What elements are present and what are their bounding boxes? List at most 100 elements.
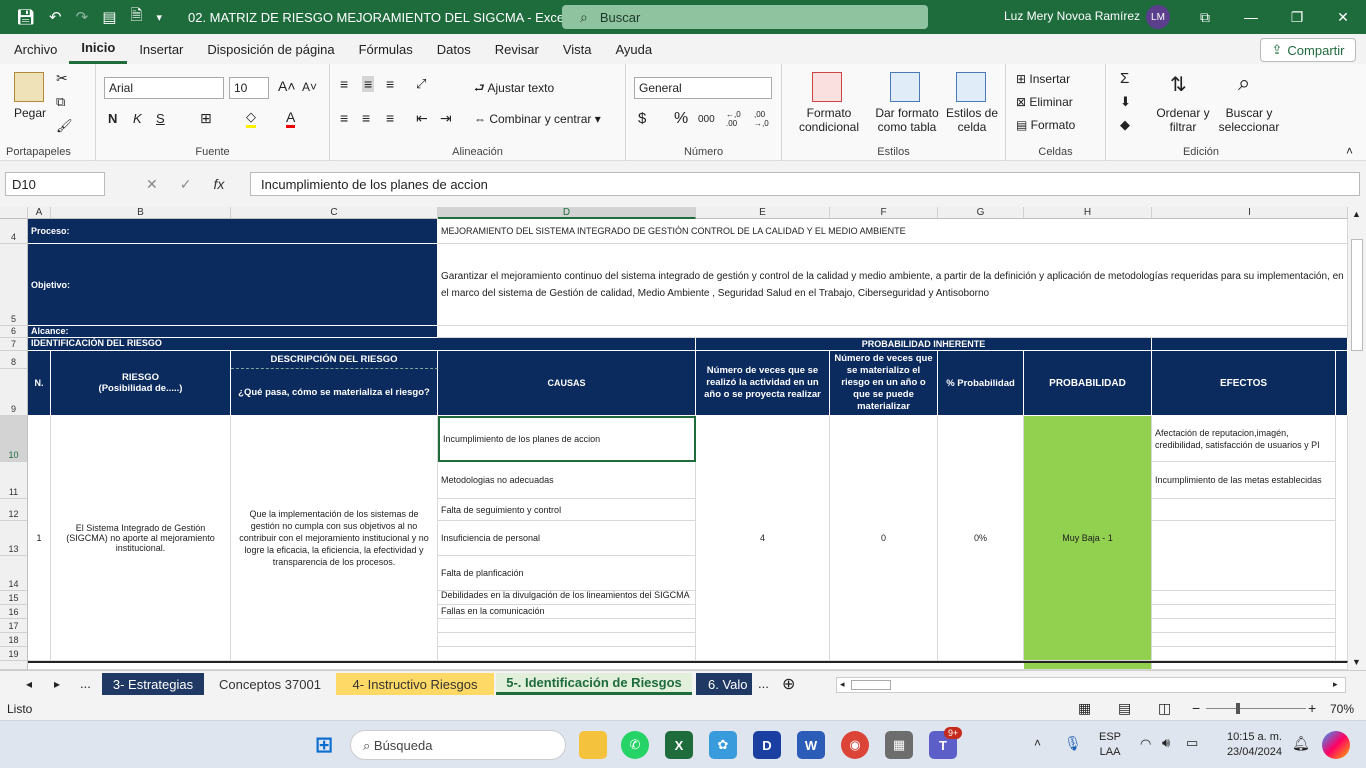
effect-cell[interactable]: Incumplimiento de las metas establecidas [1152,462,1336,499]
row-header[interactable]: 7 [0,338,28,351]
search-box[interactable]: ⌕ Buscar [562,5,928,29]
row-header[interactable]: 13 [0,521,28,556]
volume-icon[interactable]: 🔊︎ [1162,735,1170,751]
conditional-format-button[interactable]: Formato condicional [790,106,868,134]
sort-filter-button[interactable]: Ordenar y filtrar [1152,106,1214,134]
calculator-icon[interactable]: ▦ [885,731,913,759]
store-icon[interactable]: ✿ [709,731,737,759]
sheet-tab[interactable]: 3- Estrategias [102,673,204,695]
save-icon[interactable]: 💾︎ [16,8,35,26]
probabilidad-inherente-header[interactable]: PROBABILIDAD INHERENTE [696,338,1152,351]
tab-ayuda[interactable]: Ayuda [604,34,665,64]
format-painter-icon[interactable]: 🖌︎ [56,118,73,134]
taskbar-search[interactable]: ⌕ Búsqueda [350,730,566,760]
zoom-in-icon[interactable]: + [1308,700,1316,716]
number-format-select[interactable]: General [634,77,772,99]
objetivo-value[interactable]: Garantizar el mejoramiento continuo del … [438,244,1348,326]
horizontal-scrollbar[interactable]: ◂ ▸ [836,677,1346,693]
fill-color-icon[interactable]: ◇ [246,109,256,128]
align-bottom-icon[interactable]: ≡ [386,76,394,92]
effect-cell[interactable] [1152,521,1336,591]
effect-cell[interactable] [1152,605,1336,619]
percent-button[interactable]: % [674,110,688,128]
avatar[interactable]: LM [1146,5,1170,29]
merge-center-button[interactable]: ⇔ Combinar y centrar ▾ [474,112,601,126]
column-header-i[interactable]: I [1152,207,1348,219]
header-veces[interactable]: Número de veces que se realizó la activi… [696,351,830,416]
alcance-value[interactable] [438,326,1348,338]
identificacion-header[interactable]: IDENTIFICACIÓN DEL RIESGO [28,338,696,351]
row-header[interactable]: 9 [0,369,28,416]
row-header[interactable]: 17 [0,619,28,633]
header-riesgo[interactable]: RIESGO (Posibilidad de.....) [51,351,231,416]
objetivo-label[interactable]: Objetivo: [28,244,438,326]
next-column-cell[interactable] [1336,416,1348,661]
zoom-out-icon[interactable]: − [1192,700,1200,716]
font-size-select[interactable]: 10 [229,77,269,99]
header-materializo[interactable]: Número de veces que se materializo el ri… [830,351,938,416]
form-icon[interactable]: ▤ [102,8,116,26]
more-sheets-right[interactable]: ... [758,676,769,691]
cause-cell[interactable] [438,633,696,647]
cut-icon[interactable]: ✂ [56,70,68,87]
tab-vista[interactable]: Vista [551,34,604,64]
paste-icon[interactable] [14,72,44,102]
enter-icon[interactable]: ✓ [180,176,192,193]
battery-icon[interactable]: ▭ [1186,735,1198,751]
sheet-tab[interactable]: 4- Instructivo Riesgos [336,673,494,695]
format-cells-button[interactable]: ▤ Formato [1016,118,1075,132]
tab-disposicion[interactable]: Disposición de página [195,34,346,64]
effect-cell[interactable] [1152,633,1336,647]
cause-cell[interactable]: Falta de seguimiento y control [438,499,696,521]
page-break-icon[interactable]: ◫ [1158,700,1171,717]
risk-description[interactable]: Que la implementación de los sistemas de… [231,416,438,661]
increase-indent-icon[interactable]: ⇥ [440,110,452,127]
ribbon-display-icon[interactable]: ⧉ [1182,0,1228,34]
windows-start-icon[interactable]: ⊞ [310,731,338,759]
tab-formulas[interactable]: Fórmulas [347,34,425,64]
name-box[interactable]: D10 [5,172,105,196]
delete-cells-button[interactable]: ⊠ Eliminar [1016,95,1073,109]
header-descripcion-sub[interactable]: ¿Qué pasa, cómo se materializa el riesgo… [231,369,438,416]
print-preview-icon[interactable]: 🗎︎ [130,5,142,30]
copilot-icon[interactable] [1322,731,1350,759]
next-sheet-icon[interactable]: ▸ [54,677,60,691]
tab-insertar[interactable]: Insertar [127,34,195,64]
find-select-button[interactable]: Buscar y seleccionar [1214,106,1284,134]
header-descripcion[interactable]: DESCRIPCIÓN DEL RIESGO [231,351,438,369]
format-table-button[interactable]: Dar formato como tabla [868,106,946,134]
minimize-icon[interactable]: — [1228,0,1274,34]
excel-icon[interactable]: X [665,731,693,759]
italic-button[interactable]: K [133,111,142,126]
row-header[interactable]: 6 [0,326,28,338]
column-header-b[interactable]: B [51,207,231,219]
tab-datos[interactable]: Datos [425,34,483,64]
risk-name[interactable]: El Sistema Integrado de Gestión (SIGCMA)… [51,416,231,661]
probabilidad-value[interactable]: Muy Baja - 1 [1024,416,1152,661]
paste-button[interactable]: Pegar [14,106,46,120]
sheet-tab[interactable]: Conceptos 37001 [206,673,334,695]
cause-cell[interactable]: Insuficiencia de personal [438,521,696,556]
copy-icon[interactable]: ⧉ [56,94,65,110]
row-header[interactable]: 16 [0,605,28,619]
sheet-tab-active[interactable]: 5-. Identificación de Riesgos [496,673,692,695]
row-header[interactable]: 14 [0,556,28,591]
header-n[interactable]: N. [28,351,51,416]
align-top-icon[interactable]: ≡ [340,76,348,92]
microphone-icon[interactable]: 🎙︎ [1064,735,1082,752]
header-pct[interactable]: % Probabilidad [938,351,1024,416]
close-icon[interactable]: ✕ [1320,0,1366,34]
bold-button[interactable]: N [108,111,117,126]
row-header[interactable]: 11 [0,462,28,499]
veces-value[interactable]: 4 [696,416,830,661]
redo-icon[interactable]: ↷ [76,8,89,26]
scroll-right-icon[interactable]: ▸ [1333,679,1338,690]
language-indicator[interactable]: ESP LAA [1099,730,1121,760]
row-header[interactable]: 5 [0,244,28,326]
file-explorer-icon[interactable] [579,731,607,759]
wrap-text-button[interactable]: ⮐ Ajustar texto [474,79,554,100]
collapse-ribbon-icon[interactable]: ˄ [1346,144,1353,158]
cause-cell[interactable] [438,647,696,661]
fill-icon[interactable]: ⬇ [1120,94,1131,110]
row-header[interactable]: 4 [0,219,28,244]
